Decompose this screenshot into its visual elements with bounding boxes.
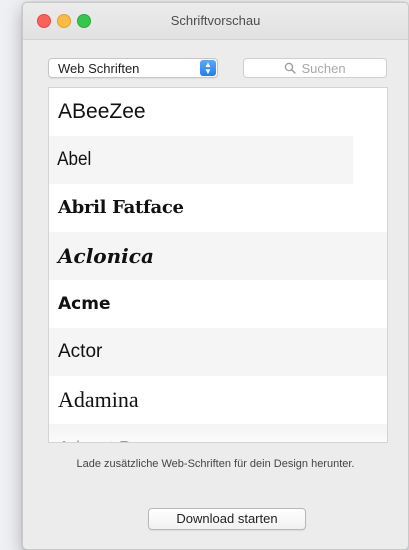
font-list-item[interactable]: Actor (49, 328, 387, 376)
download-button[interactable]: Download starten (148, 508, 306, 530)
search-field[interactable]: Suchen (243, 58, 387, 78)
title-bar: Schriftvorschau (23, 3, 408, 40)
font-list-item[interactable]: Advent Pro (49, 424, 387, 442)
info-text: Lade zusätzliche Web-Schriften für dein … (76, 458, 355, 470)
font-list-item[interactable]: Adamina (49, 376, 387, 424)
search-placeholder: Suchen (301, 60, 346, 76)
font-list-item[interactable]: Abel (49, 136, 354, 184)
font-category-value: Web Schriften (58, 61, 140, 76)
font-list[interactable]: ABeeZee Abel Abril Fatface Aclonica Acme… (48, 87, 388, 443)
toolbar: Web Schriften ▲ ▼ Suchen (23, 40, 408, 78)
window-title: Schriftvorschau (170, 13, 261, 28)
font-preview-window: Schriftvorschau Web Schriften ▲ ▼ Suchen … (22, 2, 409, 550)
font-category-select[interactable]: Web Schriften ▲ ▼ (48, 58, 218, 78)
search-icon (285, 62, 297, 74)
font-list-item[interactable]: Abril Fatface (49, 184, 387, 232)
font-list-item[interactable]: Acme (49, 280, 387, 328)
chevron-up-down-icon: ▲ ▼ (200, 60, 216, 76)
font-list-item[interactable]: ABeeZee (49, 88, 387, 136)
font-list-item[interactable]: Aclonica (49, 232, 387, 280)
